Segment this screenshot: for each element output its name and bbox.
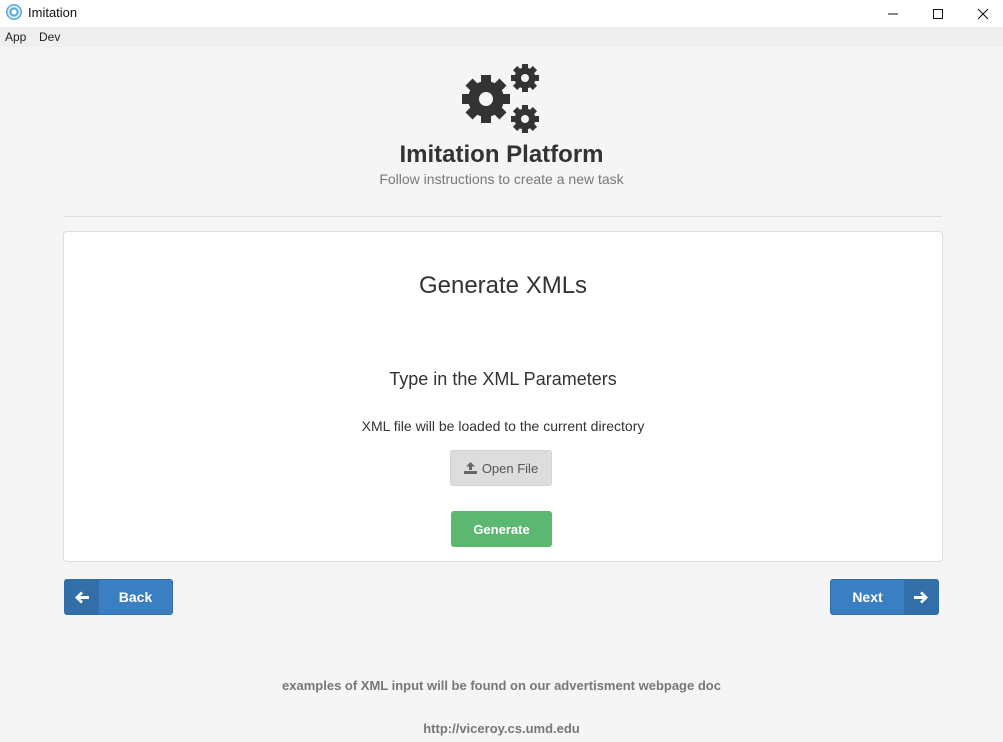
back-button[interactable]: Back [64,579,173,615]
menu-item-dev[interactable]: Dev [39,30,60,44]
menu-bar: App Dev [0,27,1003,47]
gears-icon [462,64,539,133]
upload-icon [463,462,477,474]
menu-item-app[interactable]: App [5,30,26,44]
maximize-icon [933,8,943,19]
close-button[interactable] [960,0,1003,27]
next-label: Next [852,589,883,605]
close-icon [977,8,989,19]
minimize-icon [888,13,898,14]
header-divider [64,216,942,217]
next-icon-zone [904,580,938,614]
minimize-button[interactable] [870,0,916,27]
footer-link[interactable]: http://viceroy.cs.umd.edu [0,721,1003,736]
back-icon-zone [65,580,99,614]
panel-subtitle: Type in the XML Parameters [389,369,617,389]
back-label: Back [118,589,153,605]
maximize-button[interactable] [915,0,961,27]
generate-button[interactable]: Generate [451,511,552,547]
footer-note: examples of XML input will be found on o… [282,678,721,693]
page-subtitle: Follow instructions to create a new task [379,171,624,187]
page-title: Imitation Platform [399,141,604,168]
electron-atom-icon [6,4,22,20]
generate-panel: Generate XMLs Type in the XML Parameters… [63,231,943,562]
next-button[interactable]: Next [830,579,939,615]
window-title: Imitation [28,5,78,20]
panel-title: Generate XMLs [418,272,588,299]
open-file-label: Open File [481,460,539,476]
arrow-right-icon [914,591,928,603]
panel-note: XML file will be loaded to the current d… [361,418,645,434]
window-titlebar: Imitation [0,0,1003,27]
open-file-button[interactable]: Open File [450,450,552,486]
arrow-left-icon [75,591,89,603]
